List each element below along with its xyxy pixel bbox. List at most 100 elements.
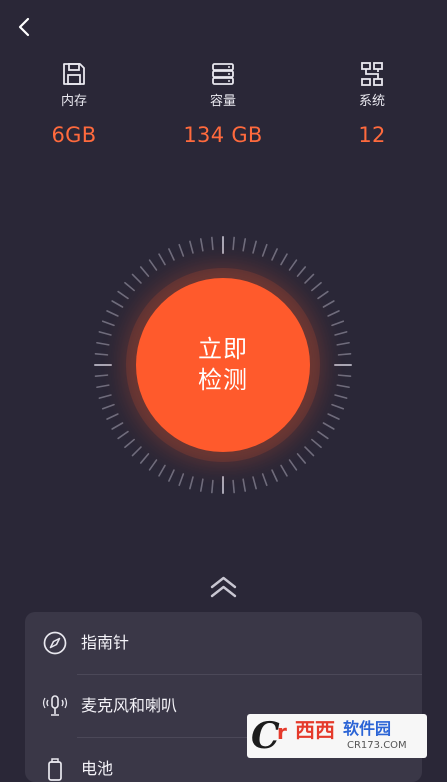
compass-icon [43, 631, 67, 655]
dial-tick [331, 320, 345, 327]
watermark-site: 软件园 [343, 719, 392, 738]
dial-tick [327, 310, 340, 317]
dial-tick [317, 430, 329, 440]
device-stats: 内存 6GB 容量 134 GB 系统 12 [0, 56, 447, 156]
microphone-icon [42, 695, 68, 716]
dial-tick [242, 238, 247, 252]
chevron-left-icon [18, 17, 30, 37]
dial-tick [168, 469, 175, 482]
dial-tick [327, 413, 340, 420]
dial-tick [189, 240, 194, 254]
dial-tick [334, 394, 348, 399]
dial-tick [106, 413, 119, 420]
battery-icon [48, 758, 62, 781]
stat-memory-label: 内存 [60, 94, 87, 109]
dial-tick [111, 422, 124, 430]
dial-tick [178, 243, 185, 257]
stat-storage-value: 134 GB [183, 123, 263, 147]
dial-tick [211, 479, 214, 494]
stat-system-label: 系统 [358, 94, 385, 109]
dial-tick [296, 266, 307, 277]
dial-tick [168, 248, 175, 261]
dial-tick [271, 248, 278, 261]
dial-tick [211, 236, 214, 251]
dial-tick [131, 446, 142, 457]
dial-tick [158, 464, 166, 477]
dial-tick [311, 438, 322, 449]
watermark-logo: C r 西西 软件园 CR173.COM [247, 714, 427, 758]
dial-tick [101, 320, 115, 327]
start-check-button[interactable]: 立即 检测 [136, 278, 310, 452]
dial-tick [334, 331, 348, 336]
dial-tick [199, 478, 204, 492]
watermark-domain: CR173.COM [347, 740, 407, 751]
start-check-label-1: 立即 [198, 335, 248, 363]
dial-tick [178, 473, 185, 487]
dial-tick [98, 331, 112, 336]
dial-tick [322, 422, 335, 430]
watermark-name: 西西 [295, 718, 335, 742]
detection-dial: 立即 检测 [93, 235, 353, 495]
dial-tick [148, 459, 158, 471]
double-chevron-up-icon [210, 576, 237, 598]
dial-tick [124, 281, 135, 292]
watermark-r: r [277, 720, 287, 744]
dial-tick [101, 403, 115, 410]
dial-tick [331, 403, 345, 410]
dial-tick [288, 459, 298, 471]
dial-tick [98, 394, 112, 399]
dial-tick [96, 384, 110, 389]
system-tree-icon [361, 62, 383, 86]
floppy-disk-icon [63, 63, 85, 85]
stat-memory-value: 6GB [51, 123, 97, 147]
dial-tick [311, 281, 322, 292]
dial-tick [131, 273, 142, 284]
dial-tick [336, 341, 350, 346]
dial-tick [296, 453, 307, 464]
expand-list-button[interactable] [208, 574, 239, 600]
test-item-battery-label: 电池 [81, 759, 114, 778]
dial-tick [106, 310, 119, 317]
dial-tick [304, 446, 315, 457]
dial-tick [94, 374, 109, 377]
dial-tick [94, 353, 109, 356]
server-storage-icon [212, 63, 234, 85]
dial-tick [271, 469, 278, 482]
dial-tick [337, 374, 352, 377]
dial-tick [322, 300, 335, 308]
stat-storage: 容量 134 GB [163, 56, 283, 148]
watermark-c: C [251, 715, 280, 757]
dial-tick [261, 243, 268, 257]
dial-tick [232, 236, 235, 251]
dial-tick [139, 266, 150, 277]
dial-tick [117, 430, 129, 440]
dial-tick [242, 478, 247, 492]
dial-tick [252, 240, 257, 254]
dial-tick [337, 353, 352, 356]
test-item-microphone-label: 麦克风和喇叭 [81, 696, 178, 715]
dial-tick [199, 238, 204, 252]
dial-tick [124, 438, 135, 449]
dial-tick [304, 273, 315, 284]
dial-tick [280, 253, 288, 266]
stat-memory: 内存 6GB [14, 56, 134, 148]
stat-system-value: 12 [358, 123, 386, 147]
dial-tick [117, 290, 129, 300]
stat-storage-label: 容量 [209, 94, 236, 109]
dial-tick [96, 341, 110, 346]
test-item-compass[interactable]: 指南针 [25, 612, 422, 674]
stat-system: 系统 12 [312, 56, 432, 148]
dial-tick [232, 479, 235, 494]
dial-tick [148, 259, 158, 271]
dial-tick [139, 453, 150, 464]
dial-tick [288, 259, 298, 271]
start-check-label-2: 检测 [198, 366, 248, 394]
dial-tick [336, 384, 350, 389]
dial-tick [158, 253, 166, 266]
dial-tick [261, 473, 268, 487]
back-button[interactable] [12, 14, 38, 40]
dial-tick [111, 300, 124, 308]
dial-tick [280, 464, 288, 477]
dial-tick [252, 476, 257, 490]
dial-tick [317, 290, 329, 300]
